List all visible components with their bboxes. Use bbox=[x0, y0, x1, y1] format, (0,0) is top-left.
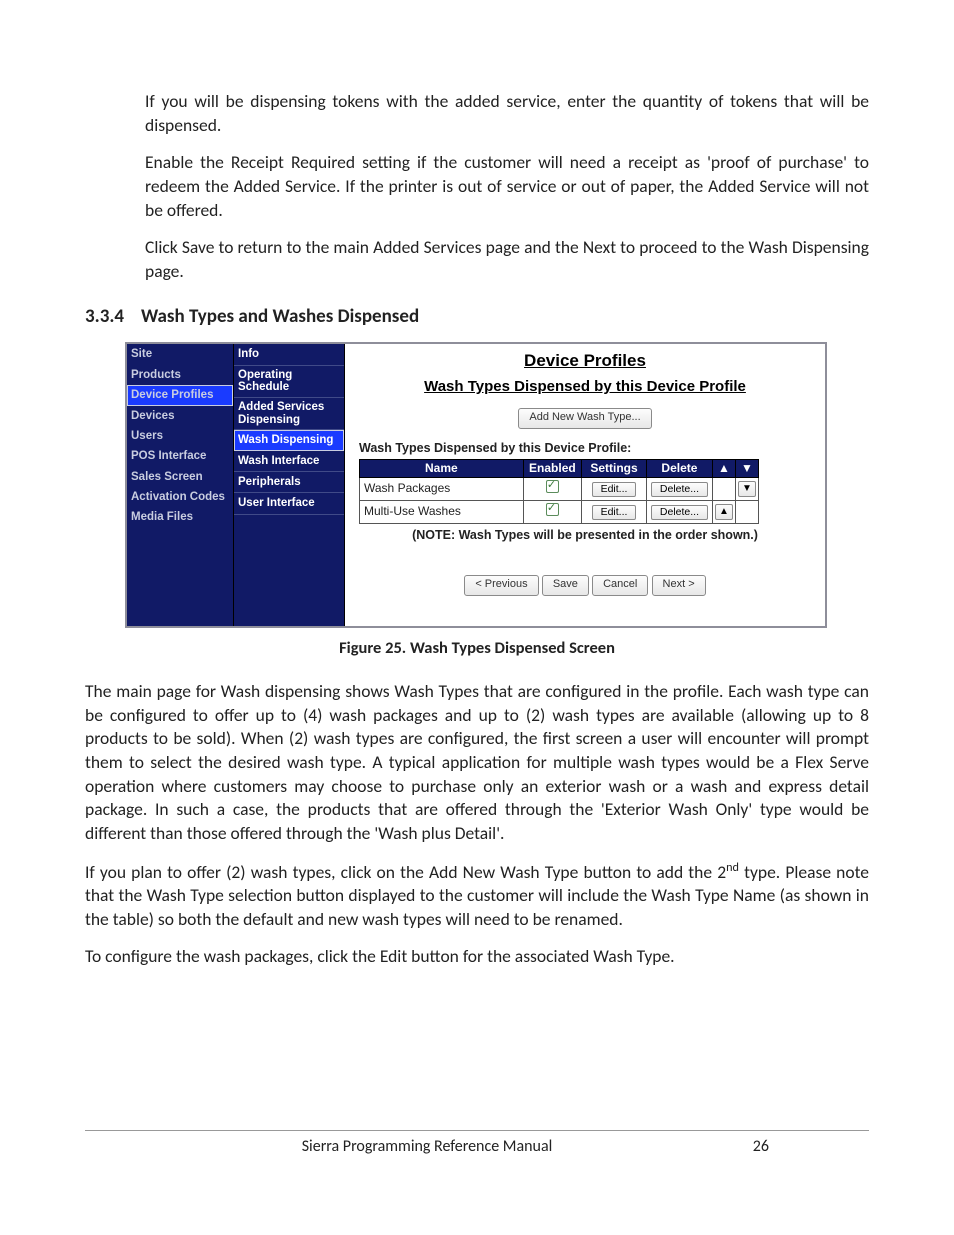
col-enabled: Enabled bbox=[523, 459, 581, 477]
row1-enabled-checkbox[interactable] bbox=[546, 480, 559, 493]
row1-edit-button[interactable]: Edit... bbox=[592, 482, 637, 497]
col-down: ▼ bbox=[735, 459, 758, 477]
row1-delete-button[interactable]: Delete... bbox=[651, 482, 708, 497]
nav-device-profiles[interactable]: Device Profiles bbox=[127, 385, 233, 405]
next-button[interactable]: Next > bbox=[652, 575, 706, 596]
subnav-info[interactable]: Info bbox=[234, 344, 344, 365]
screenshot-figure: Site Products Device Profiles Devices Us… bbox=[125, 342, 827, 628]
save-button[interactable]: Save bbox=[542, 575, 589, 596]
paragraph-tokens: If you will be dispensing tokens with th… bbox=[85, 90, 869, 137]
footer-title: Sierra Programming Reference Manual bbox=[205, 1137, 649, 1156]
section-heading: 3.3.4Wash Types and Washes Dispensed bbox=[85, 305, 869, 328]
subnav-wash-interface[interactable]: Wash Interface bbox=[234, 451, 344, 472]
paragraph-two-wash-types: If you plan to offer (2) wash types, cli… bbox=[85, 860, 869, 932]
add-new-wash-type-button[interactable]: Add New Wash Type... bbox=[518, 408, 651, 429]
subnav-wash-dispensing[interactable]: Wash Dispensing bbox=[234, 430, 344, 450]
col-settings: Settings bbox=[582, 459, 647, 477]
nav-media-files[interactable]: Media Files bbox=[127, 507, 233, 527]
figure-caption: Figure 25. Wash Types Dispensed Screen bbox=[85, 638, 869, 658]
paragraph-main-page: The main page for Wash dispensing shows … bbox=[85, 680, 869, 845]
subnav-peripherals[interactable]: Peripherals bbox=[234, 472, 344, 493]
col-delete: Delete bbox=[646, 459, 712, 477]
pane-subtitle: Wash Types Dispensed by this Device Prof… bbox=[355, 378, 815, 397]
nav-pos-interface[interactable]: POS Interface bbox=[127, 446, 233, 466]
section-number: 3.3.4 bbox=[85, 305, 141, 328]
row2-edit-button[interactable]: Edit... bbox=[592, 505, 637, 520]
wash-types-table: Name Enabled Settings Delete ▲ ▼ Wash Pa… bbox=[359, 459, 759, 524]
row1-name: Wash Packages bbox=[360, 477, 524, 500]
footer-page-number: 26 bbox=[649, 1137, 869, 1156]
order-note: (NOTE: Wash Types will be presented in t… bbox=[355, 528, 815, 544]
section-title: Wash Types and Washes Dispensed bbox=[141, 305, 419, 328]
row2-name: Multi-Use Washes bbox=[360, 500, 524, 523]
page-footer: Sierra Programming Reference Manual 26 bbox=[85, 1130, 869, 1156]
table-row: Multi-Use Washes Edit... Delete... ▲ bbox=[360, 500, 759, 523]
col-name: Name bbox=[360, 459, 524, 477]
paragraph-receipt: Enable the Receipt Required setting if t… bbox=[85, 151, 869, 222]
col-up: ▲ bbox=[712, 459, 735, 477]
nav-site[interactable]: Site bbox=[127, 344, 233, 364]
primary-nav: Site Products Device Profiles Devices Us… bbox=[127, 344, 234, 626]
nav-devices[interactable]: Devices bbox=[127, 406, 233, 426]
table-row: Wash Packages Edit... Delete... ▼ bbox=[360, 477, 759, 500]
subnav-added-services-dispensing[interactable]: Added Services Dispensing bbox=[234, 398, 344, 430]
nav-sales-screen[interactable]: Sales Screen bbox=[127, 467, 233, 487]
list-label: Wash Types Dispensed by this Device Prof… bbox=[359, 441, 815, 457]
row2-enabled-checkbox[interactable] bbox=[546, 503, 559, 516]
cancel-button[interactable]: Cancel bbox=[592, 575, 648, 596]
paragraph-configure: To configure the wash packages, click th… bbox=[85, 945, 869, 969]
content-pane: Device Profiles Wash Types Dispensed by … bbox=[345, 344, 825, 626]
nav-users[interactable]: Users bbox=[127, 426, 233, 446]
nav-activation-codes[interactable]: Activation Codes bbox=[127, 487, 233, 507]
row2-delete-button[interactable]: Delete... bbox=[651, 505, 708, 520]
paragraph-save: Click Save to return to the main Added S… bbox=[85, 236, 869, 283]
previous-button[interactable]: < Previous bbox=[464, 575, 538, 596]
row1-move-down-button[interactable]: ▼ bbox=[738, 481, 756, 497]
subnav-user-interface[interactable]: User Interface bbox=[234, 493, 344, 514]
row2-move-up-button[interactable]: ▲ bbox=[715, 504, 733, 520]
secondary-nav: Info Operating Schedule Added Services D… bbox=[234, 344, 345, 626]
subnav-operating-schedule[interactable]: Operating Schedule bbox=[234, 366, 344, 398]
nav-products[interactable]: Products bbox=[127, 365, 233, 385]
pane-title: Device Profiles bbox=[355, 350, 815, 371]
